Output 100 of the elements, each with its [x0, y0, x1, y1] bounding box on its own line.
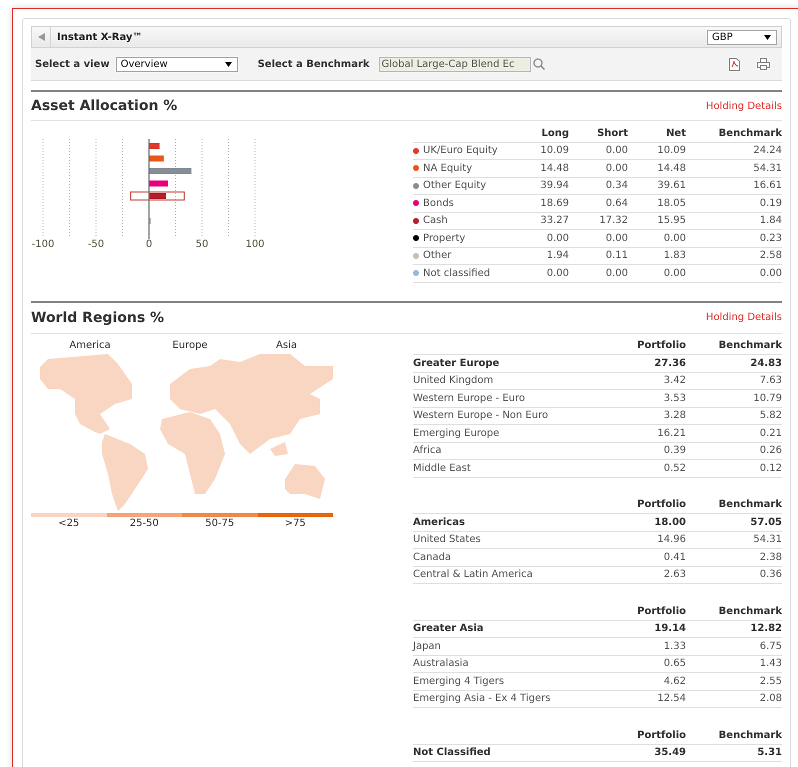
- row-label: Cash: [423, 215, 448, 226]
- column-header: Benchmark: [718, 340, 782, 352]
- chart-bar: [149, 143, 160, 149]
- table-cell-text: 39.94: [539, 180, 569, 192]
- table-cell-text: 3.28: [662, 410, 686, 422]
- row-label: Emerging Europe: [413, 428, 500, 439]
- row-label: Americas: [413, 516, 466, 528]
- chart-bar: [149, 168, 192, 174]
- axis-label: 50: [196, 239, 208, 250]
- region-label: Europe: [171, 340, 209, 350]
- table-cell-text: 15.95: [656, 215, 686, 226]
- region-label: Asia: [275, 340, 298, 350]
- column-header: Portfolio: [636, 499, 686, 510]
- table-cell-text: 0.11: [604, 250, 628, 262]
- table-cell-text: 54.31: [752, 162, 782, 174]
- column-header: Benchmark: [718, 606, 782, 617]
- table-cell-text: 14.48: [656, 162, 686, 174]
- row-label: Central & Latin America: [413, 569, 534, 580]
- view-dropdown[interactable]: Overview: [116, 56, 238, 72]
- table-cell-text: 10.09: [539, 145, 569, 156]
- table-cell-text: 54.31: [752, 534, 782, 546]
- row-label: Middle East: [413, 462, 472, 474]
- table-cell-text: 5.31: [756, 747, 782, 758]
- row-label: Greater Asia: [413, 623, 485, 634]
- table-cell-text: 7.63: [758, 375, 782, 386]
- table-cell-text: 1.94: [546, 250, 569, 262]
- row-label: Not classified: [423, 268, 490, 279]
- row-label: NA Equity: [423, 162, 472, 174]
- table-cell-text: 35.49: [653, 747, 686, 758]
- table-cell-text: 18.69: [539, 198, 569, 209]
- column-header: Portfolio: [636, 340, 686, 352]
- print-icon[interactable]: [757, 58, 770, 70]
- table-cell-text: 27.36: [653, 358, 686, 369]
- row-label: United Kingdom: [413, 375, 494, 386]
- column-header: Benchmark: [718, 730, 782, 741]
- row-label: Japan: [413, 640, 442, 652]
- table-cell-text: 18.00: [653, 516, 686, 528]
- table-cell-text: 5.82: [758, 410, 782, 422]
- column-header: Short: [596, 128, 628, 139]
- table-cell-text: 0.34: [604, 180, 628, 192]
- legend-label: 50-75: [205, 518, 234, 528]
- row-label: Other Equity: [423, 180, 486, 192]
- table-cell-text: 1.33: [662, 640, 686, 652]
- row-label: Emerging 4 Tigers: [413, 676, 506, 687]
- search-icon[interactable]: [532, 58, 545, 70]
- table-cell-text: 18.05: [656, 198, 686, 209]
- table-cell-text: 16.21: [656, 428, 686, 439]
- row-label: Bonds: [423, 198, 454, 209]
- table-cell-text: 10.09: [656, 145, 686, 156]
- table-cell-text: 57.05: [749, 516, 782, 528]
- table-cell-text: 14.48: [539, 162, 569, 174]
- row-label: Australasia: [413, 658, 470, 670]
- table-cell-text: 0.12: [758, 462, 782, 474]
- long-short-outline: [130, 192, 185, 200]
- table-cell-text: 33.27: [539, 215, 569, 226]
- table-cell-text: 0.00: [604, 232, 628, 244]
- axis-label: 100: [245, 239, 265, 250]
- section-title: Asset Allocation %: [31, 98, 178, 114]
- table-cell-text: 0.36: [758, 569, 782, 580]
- row-label: Emerging Asia - Ex 4 Tigers: [413, 693, 552, 704]
- table-cell-text: 0.41: [662, 552, 686, 563]
- table-cell-text: 2.58: [758, 250, 782, 262]
- legend-label: <25: [58, 518, 80, 528]
- axis-label: 0: [146, 239, 152, 250]
- table-cell-text: 0.00: [662, 268, 686, 279]
- table-cell-text: 0.39: [662, 445, 686, 456]
- holding-details-link[interactable]: Holding Details: [706, 312, 782, 323]
- row-label: Western Europe - Euro: [413, 392, 526, 404]
- column-header: Long: [540, 128, 569, 139]
- table-cell-text: 10.79: [752, 392, 782, 404]
- axis-label: -100: [32, 239, 54, 250]
- view-label: Select a view: [35, 58, 110, 70]
- table-cell-text: 0.00: [758, 268, 782, 279]
- chart-bar: [149, 180, 168, 186]
- row-label: Greater Europe: [413, 358, 500, 369]
- table-cell-text: 0.65: [662, 658, 686, 670]
- holding-details-link[interactable]: Holding Details: [706, 100, 782, 112]
- table-cell-text: 19.14: [653, 623, 686, 634]
- table-cell-text: 0.00: [546, 268, 569, 279]
- table-cell-text: 17.32: [598, 215, 628, 226]
- table-cell-text: 2.08: [758, 693, 782, 704]
- chart-bar: [149, 218, 152, 224]
- pdf-icon[interactable]: [729, 58, 740, 70]
- column-header: Portfolio: [636, 730, 686, 741]
- section-title: World Regions %: [31, 310, 164, 326]
- table-cell-text: 0.00: [546, 232, 569, 244]
- table-cell-text: 24.83: [749, 358, 782, 369]
- page-title: Instant X-Ray™: [57, 32, 144, 42]
- table-cell-text: 14.96: [656, 534, 686, 546]
- benchmark-label: Select a Benchmark: [258, 58, 370, 70]
- legend-label: 25-50: [130, 518, 159, 528]
- table-cell-text: 0.64: [604, 198, 628, 209]
- benchmark-field[interactable]: Global Large-Cap Blend Ec: [378, 56, 531, 72]
- table-cell-text: 39.61: [656, 180, 686, 192]
- table-cell-text: 0.00: [662, 232, 686, 244]
- table-cell-text: 0.00: [604, 268, 628, 279]
- table-cell-text: 1.43: [758, 658, 782, 670]
- currency-dropdown[interactable]: GBP: [707, 30, 777, 44]
- row-label: Western Europe - Non Euro: [413, 410, 550, 422]
- back-arrow-icon[interactable]: [38, 33, 44, 41]
